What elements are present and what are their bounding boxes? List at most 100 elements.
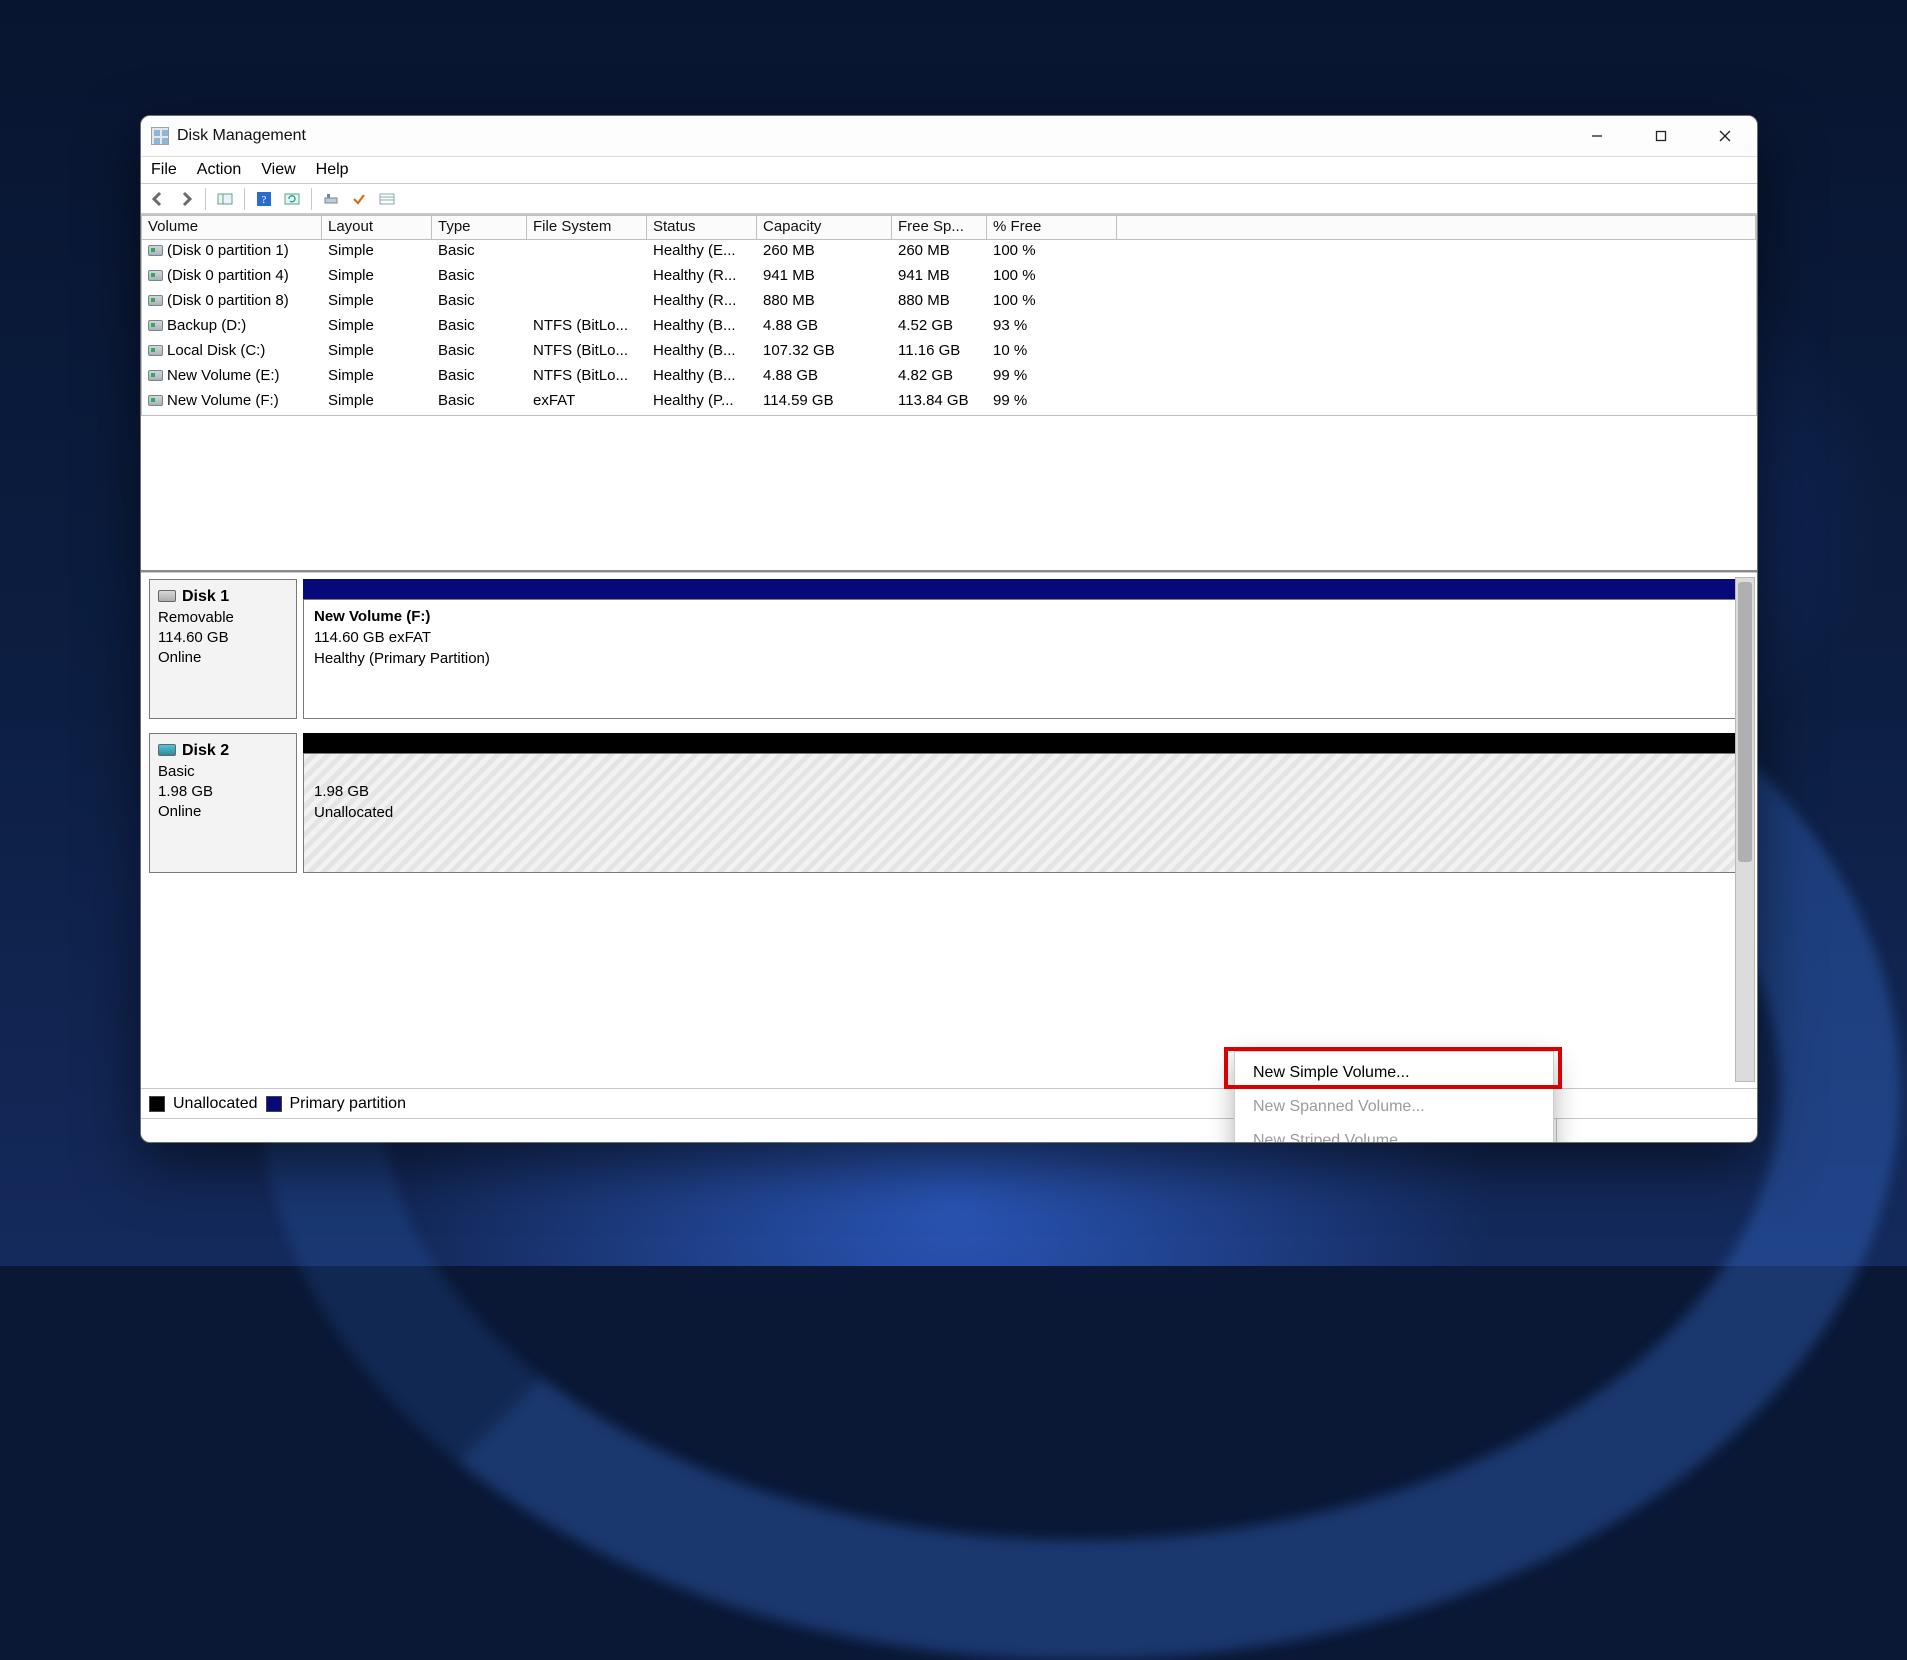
disk-label-block[interactable]: Disk 1 Removable 114.60 GB Online — [149, 579, 297, 719]
cell-status: Healthy (B... — [647, 340, 757, 365]
menu-action[interactable]: Action — [197, 161, 241, 179]
table-row[interactable]: (Disk 0 partition 4) Simple Basic Health… — [142, 265, 1756, 290]
cell-free: 941 MB — [892, 265, 987, 290]
cell-fs: NTFS (BitLo... — [527, 365, 647, 390]
list-icon — [379, 191, 395, 207]
cell-cap: 4.88 GB — [757, 365, 892, 390]
cell-layout: Simple — [322, 265, 432, 290]
refresh-button[interactable] — [281, 188, 303, 210]
toolbar: ? — [141, 184, 1757, 214]
volume-icon — [148, 395, 163, 406]
cell-pct: 99 % — [987, 390, 1117, 415]
toolbar-separator — [244, 188, 245, 210]
vertical-scrollbar[interactable] — [1735, 577, 1755, 1082]
cell-status: Healthy (B... — [647, 315, 757, 340]
cell-fs: exFAT — [527, 390, 647, 415]
close-button[interactable] — [1693, 116, 1757, 156]
table-row[interactable]: Backup (D:) Simple Basic NTFS (BitLo... … — [142, 315, 1756, 340]
cell-pct: 93 % — [987, 315, 1117, 340]
cell-volume: (Disk 0 partition 1) — [167, 242, 289, 259]
check-icon — [351, 191, 367, 207]
settings-button[interactable] — [320, 188, 342, 210]
disk-size: 1.98 GB — [158, 783, 213, 800]
scrollbar-thumb[interactable] — [1738, 582, 1752, 862]
cell-cap: 107.32 GB — [757, 340, 892, 365]
column-header-filesystem[interactable]: File System — [527, 216, 647, 240]
disk-state: Online — [158, 803, 201, 820]
cell-fs: NTFS (BitLo... — [527, 340, 647, 365]
column-header-volume[interactable]: Volume — [142, 216, 322, 240]
table-row[interactable]: (Disk 0 partition 8) Simple Basic Health… — [142, 290, 1756, 315]
list-button[interactable] — [376, 188, 398, 210]
table-row[interactable]: New Volume (F:) Simple Basic exFAT Healt… — [142, 390, 1756, 415]
column-header-status[interactable]: Status — [647, 216, 757, 240]
cell-layout: Simple — [322, 365, 432, 390]
maximize-button[interactable] — [1629, 116, 1693, 156]
cell-fs — [527, 265, 647, 290]
column-header-capacity[interactable]: Capacity — [757, 216, 892, 240]
table-row[interactable]: New Volume (E:) Simple Basic NTFS (BitLo… — [142, 365, 1756, 390]
help-button[interactable]: ? — [253, 188, 275, 210]
disk-name: Disk 2 — [182, 742, 229, 759]
cell-volume: (Disk 0 partition 4) — [167, 267, 289, 284]
volume-icon — [148, 245, 163, 256]
cell-layout: Simple — [322, 290, 432, 315]
cell-pct: 100 % — [987, 240, 1117, 265]
svg-text:?: ? — [262, 194, 267, 206]
disk-state: Online — [158, 649, 201, 666]
menu-view[interactable]: View — [261, 161, 295, 179]
disk-partitions: New Volume (F:) 114.60 GB exFAT Healthy … — [303, 579, 1749, 719]
minimize-button[interactable] — [1565, 116, 1629, 156]
back-button[interactable] — [147, 188, 169, 210]
disk-size: 114.60 GB — [158, 629, 229, 646]
cell-status: Healthy (B... — [647, 365, 757, 390]
cell-layout: Simple — [322, 240, 432, 265]
cell-volume: New Volume (F:) — [167, 392, 279, 409]
table-row[interactable]: Local Disk (C:) Simple Basic NTFS (BitLo… — [142, 340, 1756, 365]
cell-volume: Backup (D:) — [167, 317, 246, 334]
toolbar-separator — [311, 188, 312, 210]
cell-cap: 260 MB — [757, 240, 892, 265]
cell-type: Basic — [432, 390, 527, 415]
views-icon — [323, 191, 339, 207]
column-header-layout[interactable]: Layout — [322, 216, 432, 240]
title-bar[interactable]: Disk Management — [141, 116, 1757, 156]
cell-status: Healthy (E... — [647, 240, 757, 265]
partition-block-unallocated[interactable]: 1.98 GB Unallocated — [303, 753, 1749, 873]
column-header-pctfree[interactable]: % Free — [987, 216, 1117, 240]
table-row[interactable]: (Disk 0 partition 1) Simple Basic Health… — [142, 240, 1756, 265]
partition-name: New Volume (F:) — [314, 608, 430, 625]
cell-volume: (Disk 0 partition 8) — [167, 292, 289, 309]
cell-status: Healthy (R... — [647, 290, 757, 315]
volume-icon — [148, 320, 163, 331]
cell-type: Basic — [432, 265, 527, 290]
volume-icon — [148, 295, 163, 306]
ctx-new-simple-volume[interactable]: New Simple Volume... — [1235, 1056, 1553, 1090]
disk-icon — [158, 744, 176, 756]
cell-layout: Simple — [322, 390, 432, 415]
cell-volume: Local Disk (C:) — [167, 342, 265, 359]
help-icon: ? — [256, 191, 272, 207]
cell-status: Healthy (R... — [647, 265, 757, 290]
action-button[interactable] — [348, 188, 370, 210]
column-header-free[interactable]: Free Sp... — [892, 216, 987, 240]
cell-type: Basic — [432, 290, 527, 315]
menu-file[interactable]: File — [151, 161, 177, 179]
disk-label-block[interactable]: Disk 2 Basic 1.98 GB Online — [149, 733, 297, 873]
cell-pct: 100 % — [987, 265, 1117, 290]
partition-info: 114.60 GB exFAT — [314, 629, 431, 646]
column-header-type[interactable]: Type — [432, 216, 527, 240]
cell-free: 880 MB — [892, 290, 987, 315]
menu-help[interactable]: Help — [316, 161, 349, 179]
partition-status: Unallocated — [314, 804, 393, 821]
partition-block[interactable]: New Volume (F:) 114.60 GB exFAT Healthy … — [303, 599, 1749, 719]
disk-management-window: Disk Management File Action View Help ? — [140, 115, 1758, 1143]
arrow-left-icon — [150, 191, 166, 207]
disk-name: Disk 1 — [182, 588, 229, 605]
partition-color-strip — [303, 579, 1749, 599]
forward-button[interactable] — [175, 188, 197, 210]
show-hide-console-button[interactable] — [214, 188, 236, 210]
status-segment — [141, 1119, 1357, 1142]
legend-swatch-unallocated — [149, 1096, 165, 1112]
cell-cap: 941 MB — [757, 265, 892, 290]
